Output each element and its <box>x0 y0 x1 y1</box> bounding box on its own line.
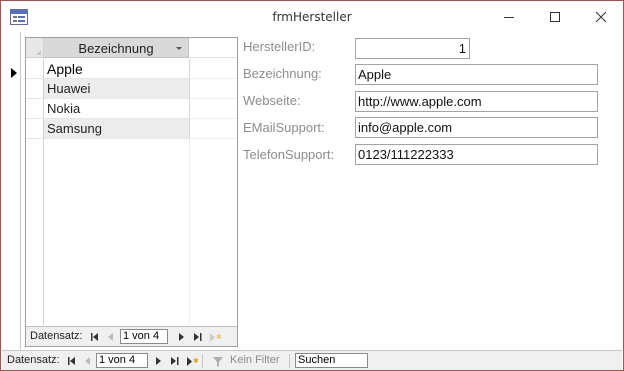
close-icon <box>595 11 607 23</box>
table-row[interactable]: Apple <box>26 59 237 79</box>
row-filler <box>190 59 237 79</box>
filter-icon <box>213 357 223 367</box>
close-button[interactable] <box>578 1 624 32</box>
record-position-input[interactable]: 1 von 4 <box>120 329 168 344</box>
new-record-icon: ✱ <box>187 357 198 366</box>
row-selector[interactable] <box>26 99 44 119</box>
record-selector[interactable] <box>2 32 21 350</box>
row-filler <box>190 99 237 119</box>
label-email-support: EMailSupport: <box>243 120 325 135</box>
column-header-label: Bezeichnung <box>78 41 154 56</box>
last-record-icon <box>171 357 179 365</box>
last-record-icon <box>194 333 202 341</box>
svg-text:✱: ✱ <box>216 333 221 341</box>
next-record-button[interactable] <box>175 330 189 344</box>
webseite-field[interactable]: http://www.apple.com <box>355 91 598 112</box>
new-record-button[interactable]: ✱ <box>207 330 221 344</box>
row-filler <box>190 79 237 99</box>
subform-navigation-bar: Datensatz: 1 von 4 ✱ <box>26 326 237 346</box>
telefon-support-field[interactable]: 0123/111222333 <box>355 144 598 165</box>
empty-selector-area <box>26 139 44 325</box>
row-selector[interactable] <box>26 119 44 139</box>
previous-record-icon <box>108 333 113 341</box>
subform-datasheet: Bezeichnung Apple Huawei Nokia Samsung D… <box>25 37 238 347</box>
first-record-button[interactable] <box>88 330 102 344</box>
empty-grid-area <box>44 139 190 325</box>
table-cell[interactable]: Apple <box>44 59 190 79</box>
row-filler <box>190 119 237 139</box>
detail-section: Bezeichnung Apple Huawei Nokia Samsung D… <box>21 32 623 350</box>
form-window: frmHersteller Bezeichnung Apple Huawei N… <box>0 0 624 371</box>
label-telefon-support: TelefonSupport: <box>243 147 335 162</box>
previous-record-button[interactable] <box>81 354 95 368</box>
table-row[interactable]: Samsung <box>26 119 237 139</box>
current-record-arrow-icon <box>11 68 17 78</box>
datasheet-rows: Apple Huawei Nokia Samsung <box>26 59 237 139</box>
select-all-corner[interactable] <box>26 38 44 58</box>
maximize-button[interactable] <box>532 1 578 32</box>
first-record-button[interactable] <box>65 354 79 368</box>
main-navigation-bar: Datensatz: 1 von 4 ✱ Kein Filter Suchen <box>2 350 622 370</box>
title-bar: frmHersteller <box>1 1 623 32</box>
label-hersteller-id: HerstellerID: <box>243 39 316 54</box>
table-cell[interactable]: Nokia <box>44 99 190 119</box>
minimize-button[interactable] <box>486 1 532 32</box>
label-bezeichnung: Bezeichnung: <box>243 66 322 81</box>
chevron-down-icon[interactable] <box>176 47 182 50</box>
nav-separator <box>202 354 203 368</box>
new-record-button[interactable]: ✱ <box>184 354 198 368</box>
next-record-button[interactable] <box>152 354 166 368</box>
record-position-input[interactable]: 1 von 4 <box>96 353 148 368</box>
new-record-icon: ✱ <box>210 333 221 342</box>
header-filler <box>190 38 237 58</box>
column-header-bezeichnung[interactable]: Bezeichnung <box>44 38 189 58</box>
table-row[interactable]: Nokia <box>26 99 237 119</box>
last-record-button[interactable] <box>168 354 182 368</box>
table-cell[interactable]: Samsung <box>44 119 190 139</box>
record-nav-label: Datensatz: <box>30 330 83 342</box>
record-nav-label: Datensatz: <box>7 354 60 366</box>
next-record-icon <box>179 333 184 341</box>
minimize-icon <box>504 17 514 18</box>
first-record-icon <box>91 333 98 341</box>
search-input[interactable]: Suchen <box>295 353 368 368</box>
hersteller-id-field[interactable]: 1 <box>355 38 470 59</box>
last-record-button[interactable] <box>191 330 205 344</box>
table-row[interactable]: Huawei <box>26 79 237 99</box>
filter-toggle-button[interactable] <box>211 354 225 368</box>
filter-status-label[interactable]: Kein Filter <box>230 354 280 366</box>
row-selector[interactable] <box>26 59 44 79</box>
table-cell[interactable]: Huawei <box>44 79 190 99</box>
previous-record-button[interactable] <box>104 330 118 344</box>
bezeichnung-field[interactable]: Apple <box>355 64 598 85</box>
previous-record-icon <box>85 357 90 365</box>
first-record-icon <box>68 357 75 365</box>
svg-text:✱: ✱ <box>193 357 198 365</box>
row-selector[interactable] <box>26 79 44 99</box>
next-record-icon <box>156 357 161 365</box>
email-support-field[interactable]: info@apple.com <box>355 117 598 138</box>
maximize-icon <box>550 12 560 22</box>
nav-separator <box>289 354 290 368</box>
label-webseite: Webseite: <box>243 93 301 108</box>
